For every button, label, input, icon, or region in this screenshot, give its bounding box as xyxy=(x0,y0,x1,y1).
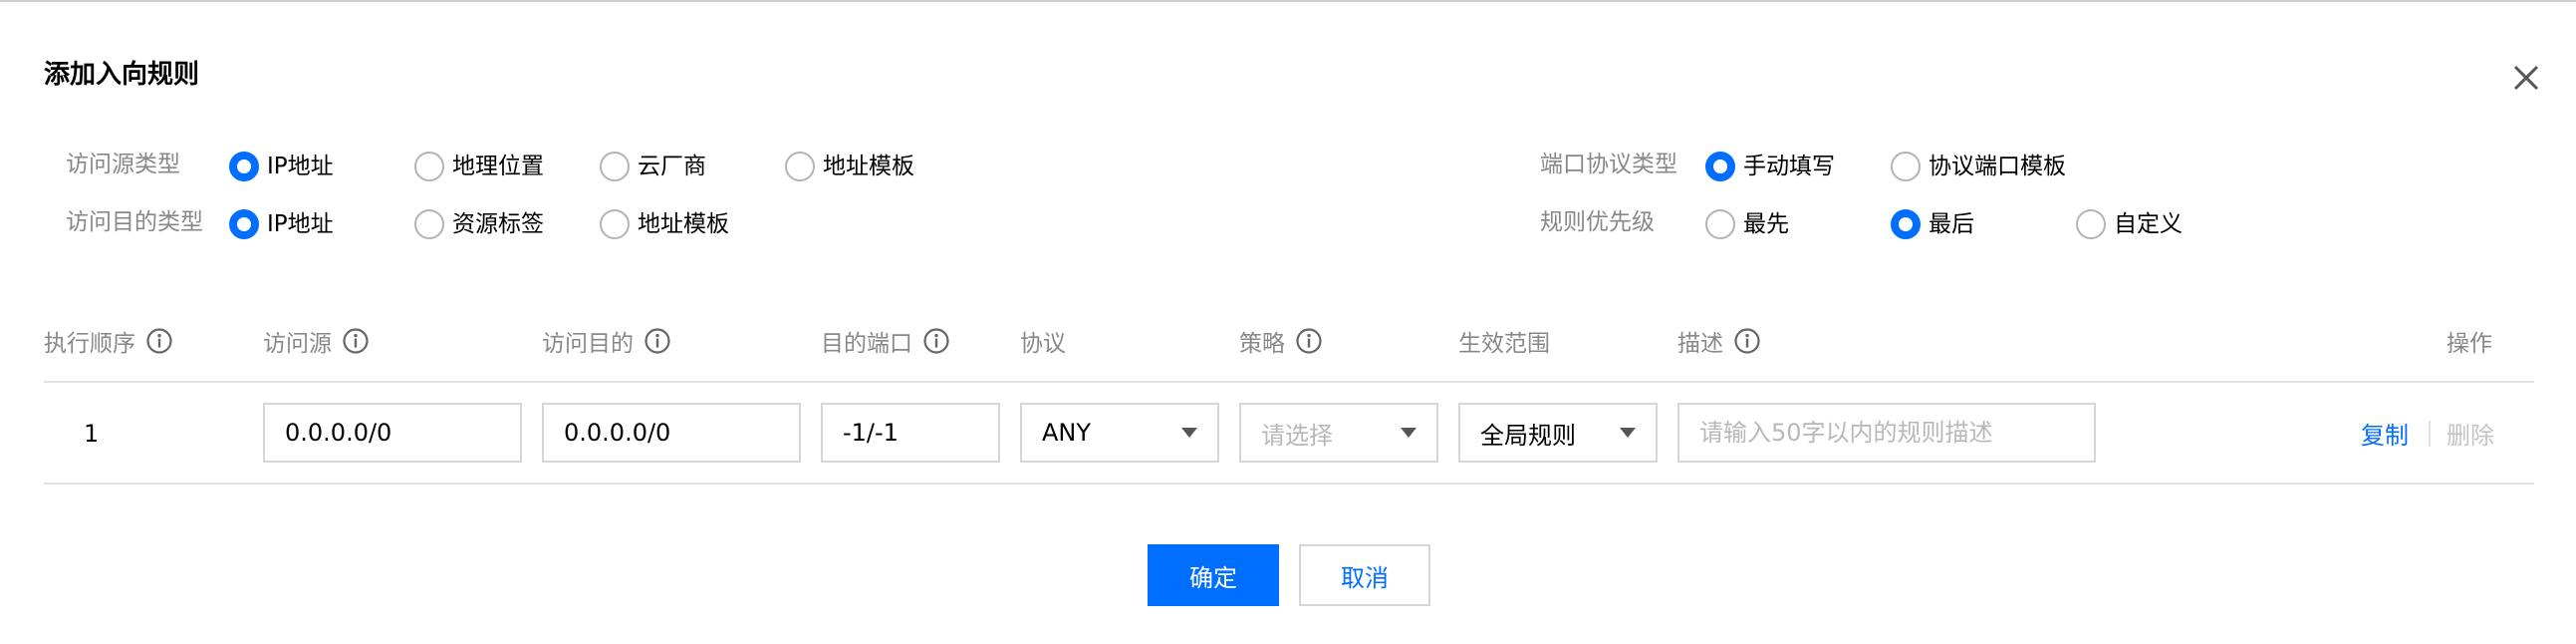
radio-label: 自定义 xyxy=(2114,211,2183,237)
radio-unchecked-icon xyxy=(600,152,630,181)
col-header-destination: 访问目的 xyxy=(542,321,671,361)
info-icon[interactable] xyxy=(145,327,173,355)
source-input[interactable] xyxy=(263,403,522,463)
confirm-button[interactable]: 确定 xyxy=(1148,544,1279,606)
radio-checked-icon xyxy=(1891,209,1921,239)
radio-unchecked-icon xyxy=(414,152,444,181)
dest-port-input[interactable] xyxy=(821,403,1000,463)
radio-checked-icon xyxy=(1705,152,1735,181)
radio-checked-icon xyxy=(229,152,259,181)
action-separator xyxy=(2429,421,2431,447)
radio-label: 资源标签 xyxy=(452,211,544,237)
protocol-value: ANY xyxy=(1042,419,1092,447)
rule-priority-radio-last[interactable]: 最后 xyxy=(1891,207,1974,241)
scope-value: 全局规则 xyxy=(1480,421,1576,450)
table-row-divider xyxy=(44,483,2534,484)
rule-priority-label: 规则优先级 xyxy=(1540,209,1655,235)
info-icon[interactable] xyxy=(1295,327,1323,355)
radio-unchecked-icon xyxy=(785,152,815,181)
add-inbound-rule-dialog: 添加入向规则 访问源类型 IP地址 地理位置 云厂商 地址模板 访问目的类型 I… xyxy=(0,0,2576,644)
info-icon[interactable] xyxy=(644,327,671,355)
radio-label: 最先 xyxy=(1743,211,1789,237)
close-icon xyxy=(2513,65,2539,91)
dest-type-radio-template[interactable]: 地址模板 xyxy=(600,207,729,241)
radio-label: 地址模板 xyxy=(638,211,729,237)
col-header-protocol: 协议 xyxy=(1020,321,1066,361)
radio-unchecked-icon xyxy=(414,209,444,239)
col-header-policy: 策略 xyxy=(1239,321,1323,361)
copy-rule-link[interactable]: 复制 xyxy=(2361,421,2409,451)
radio-label: 地址模板 xyxy=(823,154,914,179)
source-type-radio-template[interactable]: 地址模板 xyxy=(785,150,914,183)
port-protocol-type-label: 端口协议类型 xyxy=(1540,152,1677,177)
col-header-scope: 生效范围 xyxy=(1458,321,1550,361)
info-icon[interactable] xyxy=(342,327,370,355)
info-icon[interactable] xyxy=(1733,327,1761,355)
rule-priority-radio-custom[interactable]: 自定义 xyxy=(2076,207,2183,241)
radio-label: IP地址 xyxy=(267,154,334,179)
info-icon[interactable] xyxy=(922,327,950,355)
source-type-radio-ip[interactable]: IP地址 xyxy=(229,150,334,183)
radio-label: IP地址 xyxy=(267,211,334,237)
port-protocol-radio-manual[interactable]: 手动填写 xyxy=(1705,150,1835,183)
col-header-order: 执行顺序 xyxy=(44,321,173,361)
col-header-label: 访问目的 xyxy=(542,331,634,357)
dest-type-radio-tag[interactable]: 资源标签 xyxy=(414,207,544,241)
radio-label: 地理位置 xyxy=(452,154,544,179)
close-button[interactable] xyxy=(2508,60,2544,96)
chevron-down-icon xyxy=(1401,428,1417,438)
policy-select[interactable]: 请选择 xyxy=(1239,403,1438,463)
dialog-title: 添加入向规则 xyxy=(44,60,200,90)
row-order: 1 xyxy=(84,420,100,448)
radio-unchecked-icon xyxy=(2076,209,2106,239)
radio-checked-icon xyxy=(229,209,259,239)
col-header-description: 描述 xyxy=(1677,321,1761,361)
chevron-down-icon xyxy=(1181,428,1197,438)
radio-label: 云厂商 xyxy=(638,154,706,179)
policy-placeholder: 请选择 xyxy=(1261,421,1333,450)
radio-unchecked-icon xyxy=(1891,152,1921,181)
col-header-label: 描述 xyxy=(1677,331,1723,357)
col-header-actions: 操作 xyxy=(2447,321,2492,361)
destination-input[interactable] xyxy=(542,403,801,463)
col-header-source: 访问源 xyxy=(263,321,370,361)
table-header-divider xyxy=(44,381,2534,383)
source-type-radio-cloud[interactable]: 云厂商 xyxy=(600,150,706,183)
chevron-down-icon xyxy=(1620,428,1636,438)
col-header-label: 执行顺序 xyxy=(44,331,135,357)
radio-label: 手动填写 xyxy=(1743,154,1835,179)
col-header-dest-port: 目的端口 xyxy=(821,321,950,361)
radio-unchecked-icon xyxy=(600,209,630,239)
description-input[interactable] xyxy=(1677,403,2096,463)
col-header-label: 生效范围 xyxy=(1458,331,1550,357)
radio-label: 协议端口模板 xyxy=(1929,154,2066,179)
source-type-radio-geo[interactable]: 地理位置 xyxy=(414,150,544,183)
dest-type-radio-ip[interactable]: IP地址 xyxy=(229,207,334,241)
col-header-label: 策略 xyxy=(1239,331,1285,357)
col-header-label: 访问源 xyxy=(263,331,332,357)
scope-select[interactable]: 全局规则 xyxy=(1458,403,1658,463)
port-protocol-radio-template[interactable]: 协议端口模板 xyxy=(1891,150,2066,183)
dest-type-label: 访问目的类型 xyxy=(66,209,203,235)
rule-priority-radio-first[interactable]: 最先 xyxy=(1705,207,1789,241)
col-header-label: 协议 xyxy=(1020,331,1066,357)
delete-rule-link[interactable]: 删除 xyxy=(2447,421,2494,451)
protocol-select[interactable]: ANY xyxy=(1020,403,1219,463)
cancel-button[interactable]: 取消 xyxy=(1299,544,1430,606)
col-header-label: 操作 xyxy=(2447,331,2492,357)
radio-unchecked-icon xyxy=(1705,209,1735,239)
col-header-label: 目的端口 xyxy=(821,331,912,357)
radio-label: 最后 xyxy=(1929,211,1974,237)
source-type-label: 访问源类型 xyxy=(66,152,180,177)
